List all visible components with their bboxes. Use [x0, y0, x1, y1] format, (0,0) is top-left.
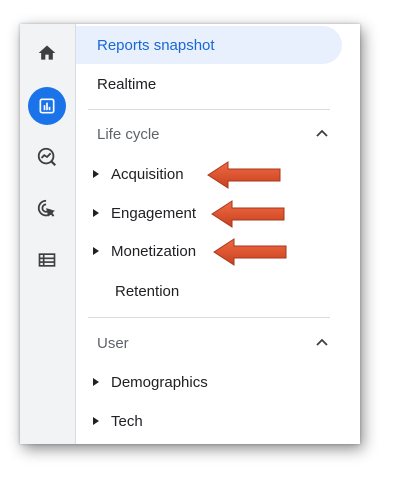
reports-icon[interactable]	[28, 87, 66, 125]
configure-icon[interactable]	[28, 241, 66, 279]
nav-item-label: Reports snapshot	[97, 36, 215, 54]
section-title: User	[97, 334, 129, 352]
nav-item-reports-snapshot[interactable]: Reports snapshot	[76, 26, 342, 64]
caret-right-icon	[88, 166, 104, 182]
caret-right-icon	[88, 205, 104, 221]
caret-right-icon	[88, 413, 104, 429]
nav-item-label: Realtime	[97, 75, 157, 93]
chevron-up-icon	[316, 338, 328, 346]
nav-item-tech[interactable]: Tech	[76, 402, 360, 440]
nav-item-label: Retention	[115, 282, 180, 300]
nav-item-label: Engagement	[111, 204, 197, 222]
nav-item-realtime[interactable]: Realtime	[76, 65, 360, 103]
advertising-icon[interactable]	[28, 190, 66, 228]
nav-item-label: Tech	[111, 412, 143, 430]
nav-item-demographics[interactable]: Demographics	[76, 363, 360, 401]
explore-icon[interactable]	[28, 138, 66, 176]
nav-panel: Reports snapshot Realtime Life cycle Acq…	[76, 24, 360, 444]
nav-item-label: Acquisition	[111, 165, 184, 183]
nav-item-label: Monetization	[111, 242, 197, 260]
nav-item-retention[interactable]: Retention	[76, 272, 360, 310]
section-user[interactable]: User	[76, 327, 360, 359]
home-icon[interactable]	[28, 34, 66, 72]
icon-rail	[20, 24, 76, 444]
annotation-arrow-icon	[207, 161, 281, 189]
section-life-cycle[interactable]: Life cycle	[76, 118, 360, 150]
annotation-arrow-icon	[211, 200, 285, 228]
chevron-up-icon	[316, 129, 328, 137]
caret-right-icon	[88, 374, 104, 390]
divider	[88, 109, 330, 110]
sidebar-window: Reports snapshot Realtime Life cycle Acq…	[20, 24, 360, 444]
nav-item-label: Demographics	[111, 373, 208, 391]
divider	[88, 317, 330, 318]
section-title: Life cycle	[97, 125, 160, 143]
caret-right-icon	[88, 243, 104, 259]
annotation-arrow-icon	[213, 238, 287, 266]
